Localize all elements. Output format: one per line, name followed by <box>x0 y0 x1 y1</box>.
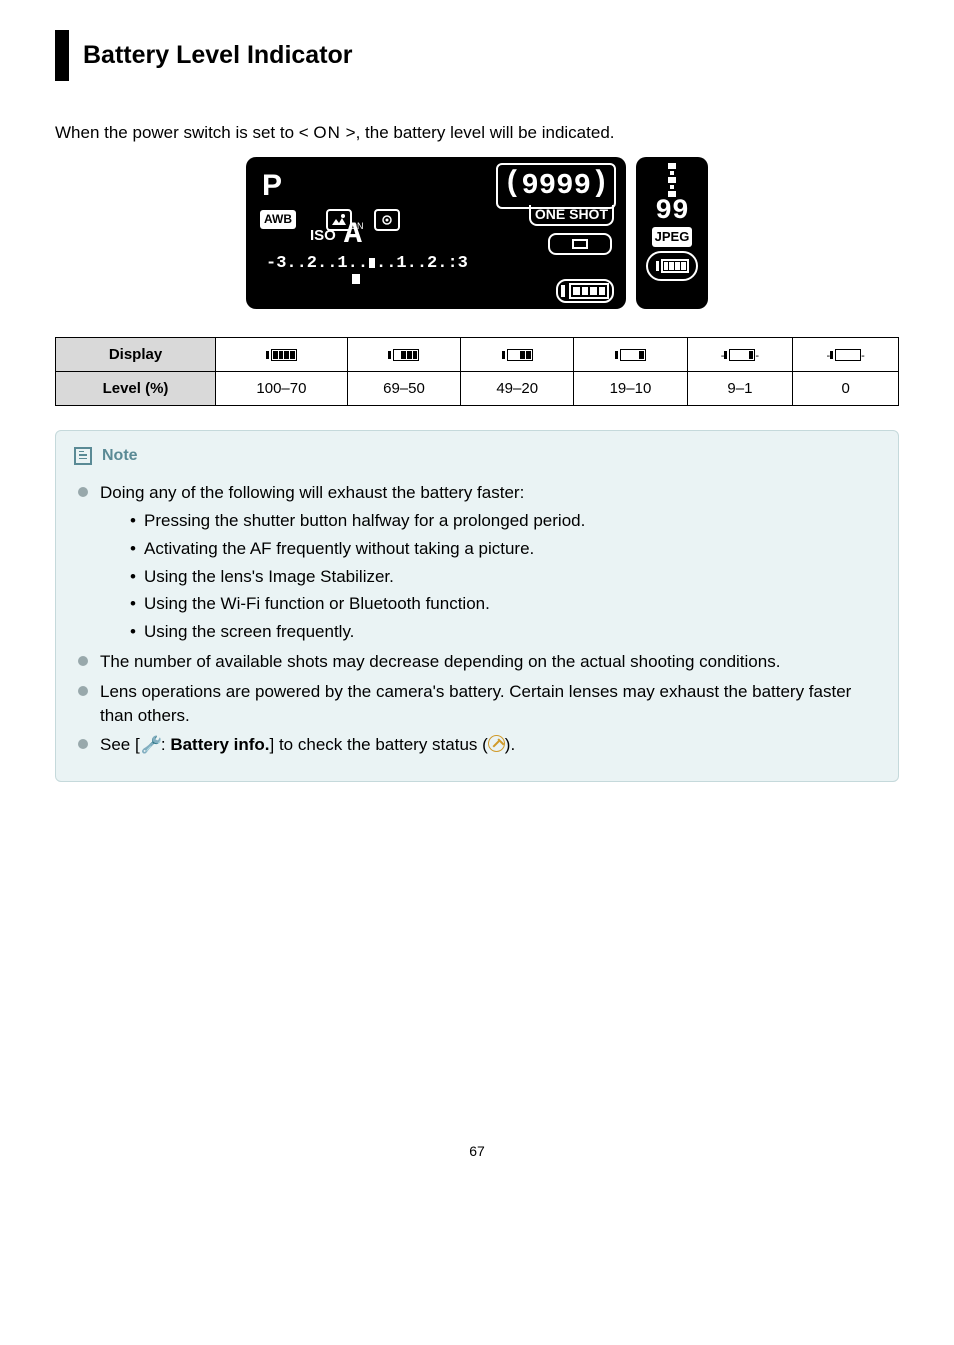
exp-left: -3..2..1.. <box>266 254 368 273</box>
battery-info-label: Battery info. <box>170 735 269 754</box>
list-item: Doing any of the following will exhaust … <box>78 481 880 644</box>
lcd-main-panel: P (9999) AWB ON ONE SHOT <box>246 157 626 309</box>
page-title: Battery Level Indicator <box>83 38 899 73</box>
page-number: 67 <box>55 1142 899 1162</box>
af-mode-box: ONE SHOT <box>529 205 614 227</box>
display-cell-4: -- <box>687 337 793 371</box>
note-list: Doing any of the following will exhaust … <box>74 481 880 757</box>
exp-right: ..1..2.:3 <box>376 254 468 273</box>
wrench-icon: 🔧 <box>138 735 162 756</box>
battery-icon <box>388 349 419 361</box>
xref-link[interactable] <box>488 735 505 754</box>
shots-value: 9999 <box>521 166 591 207</box>
power-on-glyph: ON <box>313 123 341 142</box>
drive-mode-box <box>548 233 612 255</box>
level-cell-0: 100–70 <box>216 371 348 405</box>
level-cell-5: 0 <box>793 371 899 405</box>
paren-close: ) <box>591 163 609 205</box>
level-cell-3: 19–10 <box>574 371 687 405</box>
iso-label: ISO <box>310 225 336 246</box>
intro-text: When the power switch is set to < ON >, … <box>55 121 899 145</box>
on-sub: ON <box>350 220 364 233</box>
battery-level-table: Display -- -- Level (%) 100–70 69–50 49–… <box>55 337 899 406</box>
table-row: Level (%) 100–70 69–50 49–20 19–10 9–1 0 <box>56 371 899 405</box>
list-item: The number of available shots may decrea… <box>78 650 880 674</box>
lcd-side-panel: 99 JPEG <box>636 157 708 309</box>
lcd-diagram: P (9999) AWB ON ONE SHOT <box>55 157 899 309</box>
page-heading-wrap: Battery Level Indicator <box>55 30 899 81</box>
link-icon <box>488 735 505 752</box>
table-row: Display -- -- <box>56 337 899 371</box>
display-cell-3 <box>574 337 687 371</box>
level-cell-4: 9–1 <box>687 371 793 405</box>
battery-body <box>569 283 609 299</box>
display-cell-0 <box>216 337 348 371</box>
display-cell-2 <box>461 337 574 371</box>
list-item: Lens operations are powered by the camer… <box>78 680 880 728</box>
intro-before: When the power switch is set to < <box>55 123 313 142</box>
eval-metering-icon <box>379 213 395 227</box>
level-cell-2: 49–20 <box>461 371 574 405</box>
list-item: Using the screen frequently. <box>130 620 880 644</box>
buffer-bars-icon <box>668 163 676 197</box>
awb-badge: AWB <box>260 210 296 229</box>
battery-nub <box>561 285 565 297</box>
note-icon <box>74 447 92 465</box>
note-heading: Note <box>74 445 880 467</box>
flash-right: - <box>755 350 759 362</box>
b4c: ). <box>505 735 515 754</box>
jpeg-badge: JPEG <box>652 227 693 247</box>
intro-after: >, the battery level will be indicated. <box>341 123 615 142</box>
battery-icon <box>266 349 297 361</box>
list-item: See [🔧: Battery info.] to check the batt… <box>78 733 880 757</box>
level-header: Level (%) <box>56 371 216 405</box>
burst-remaining: 99 <box>655 201 689 223</box>
battery-icon <box>615 349 646 361</box>
display-cell-1 <box>347 337 460 371</box>
list-item: Using the Wi-Fi function or Bluetooth fu… <box>130 592 880 616</box>
exposure-scale: -3..2..1.. ..1..2.:3 <box>266 252 616 276</box>
list-item: Using the lens's Image Stabilizer. <box>130 565 880 589</box>
display-cell-5: -- <box>793 337 899 371</box>
note-box: Note Doing any of the following will exh… <box>55 430 899 782</box>
b4a: See [ <box>100 735 140 754</box>
level-cell-1: 69–50 <box>347 371 460 405</box>
shots-remaining: (9999) <box>496 163 616 209</box>
paren-open: ( <box>503 163 521 205</box>
battery-indicator-side <box>646 251 698 281</box>
battery-icon <box>724 349 755 361</box>
flash-right: - <box>861 350 865 362</box>
single-shot-icon <box>572 239 588 249</box>
list-item: Activating the AF frequently without tak… <box>130 537 880 561</box>
metering-icon <box>374 209 400 231</box>
b1-text: Doing any of the following will exhaust … <box>100 483 524 502</box>
battery-icon <box>830 349 861 361</box>
b4b: ] to check the battery status ( <box>270 735 488 754</box>
note-title: Note <box>102 445 138 467</box>
exp-zero-icon <box>369 258 375 268</box>
battery-icon <box>502 349 533 361</box>
list-item: Pressing the shutter button halfway for … <box>130 509 880 533</box>
battery-indicator-main <box>556 279 614 303</box>
display-header: Display <box>56 337 216 371</box>
sub-list: Pressing the shutter button halfway for … <box>100 509 880 644</box>
